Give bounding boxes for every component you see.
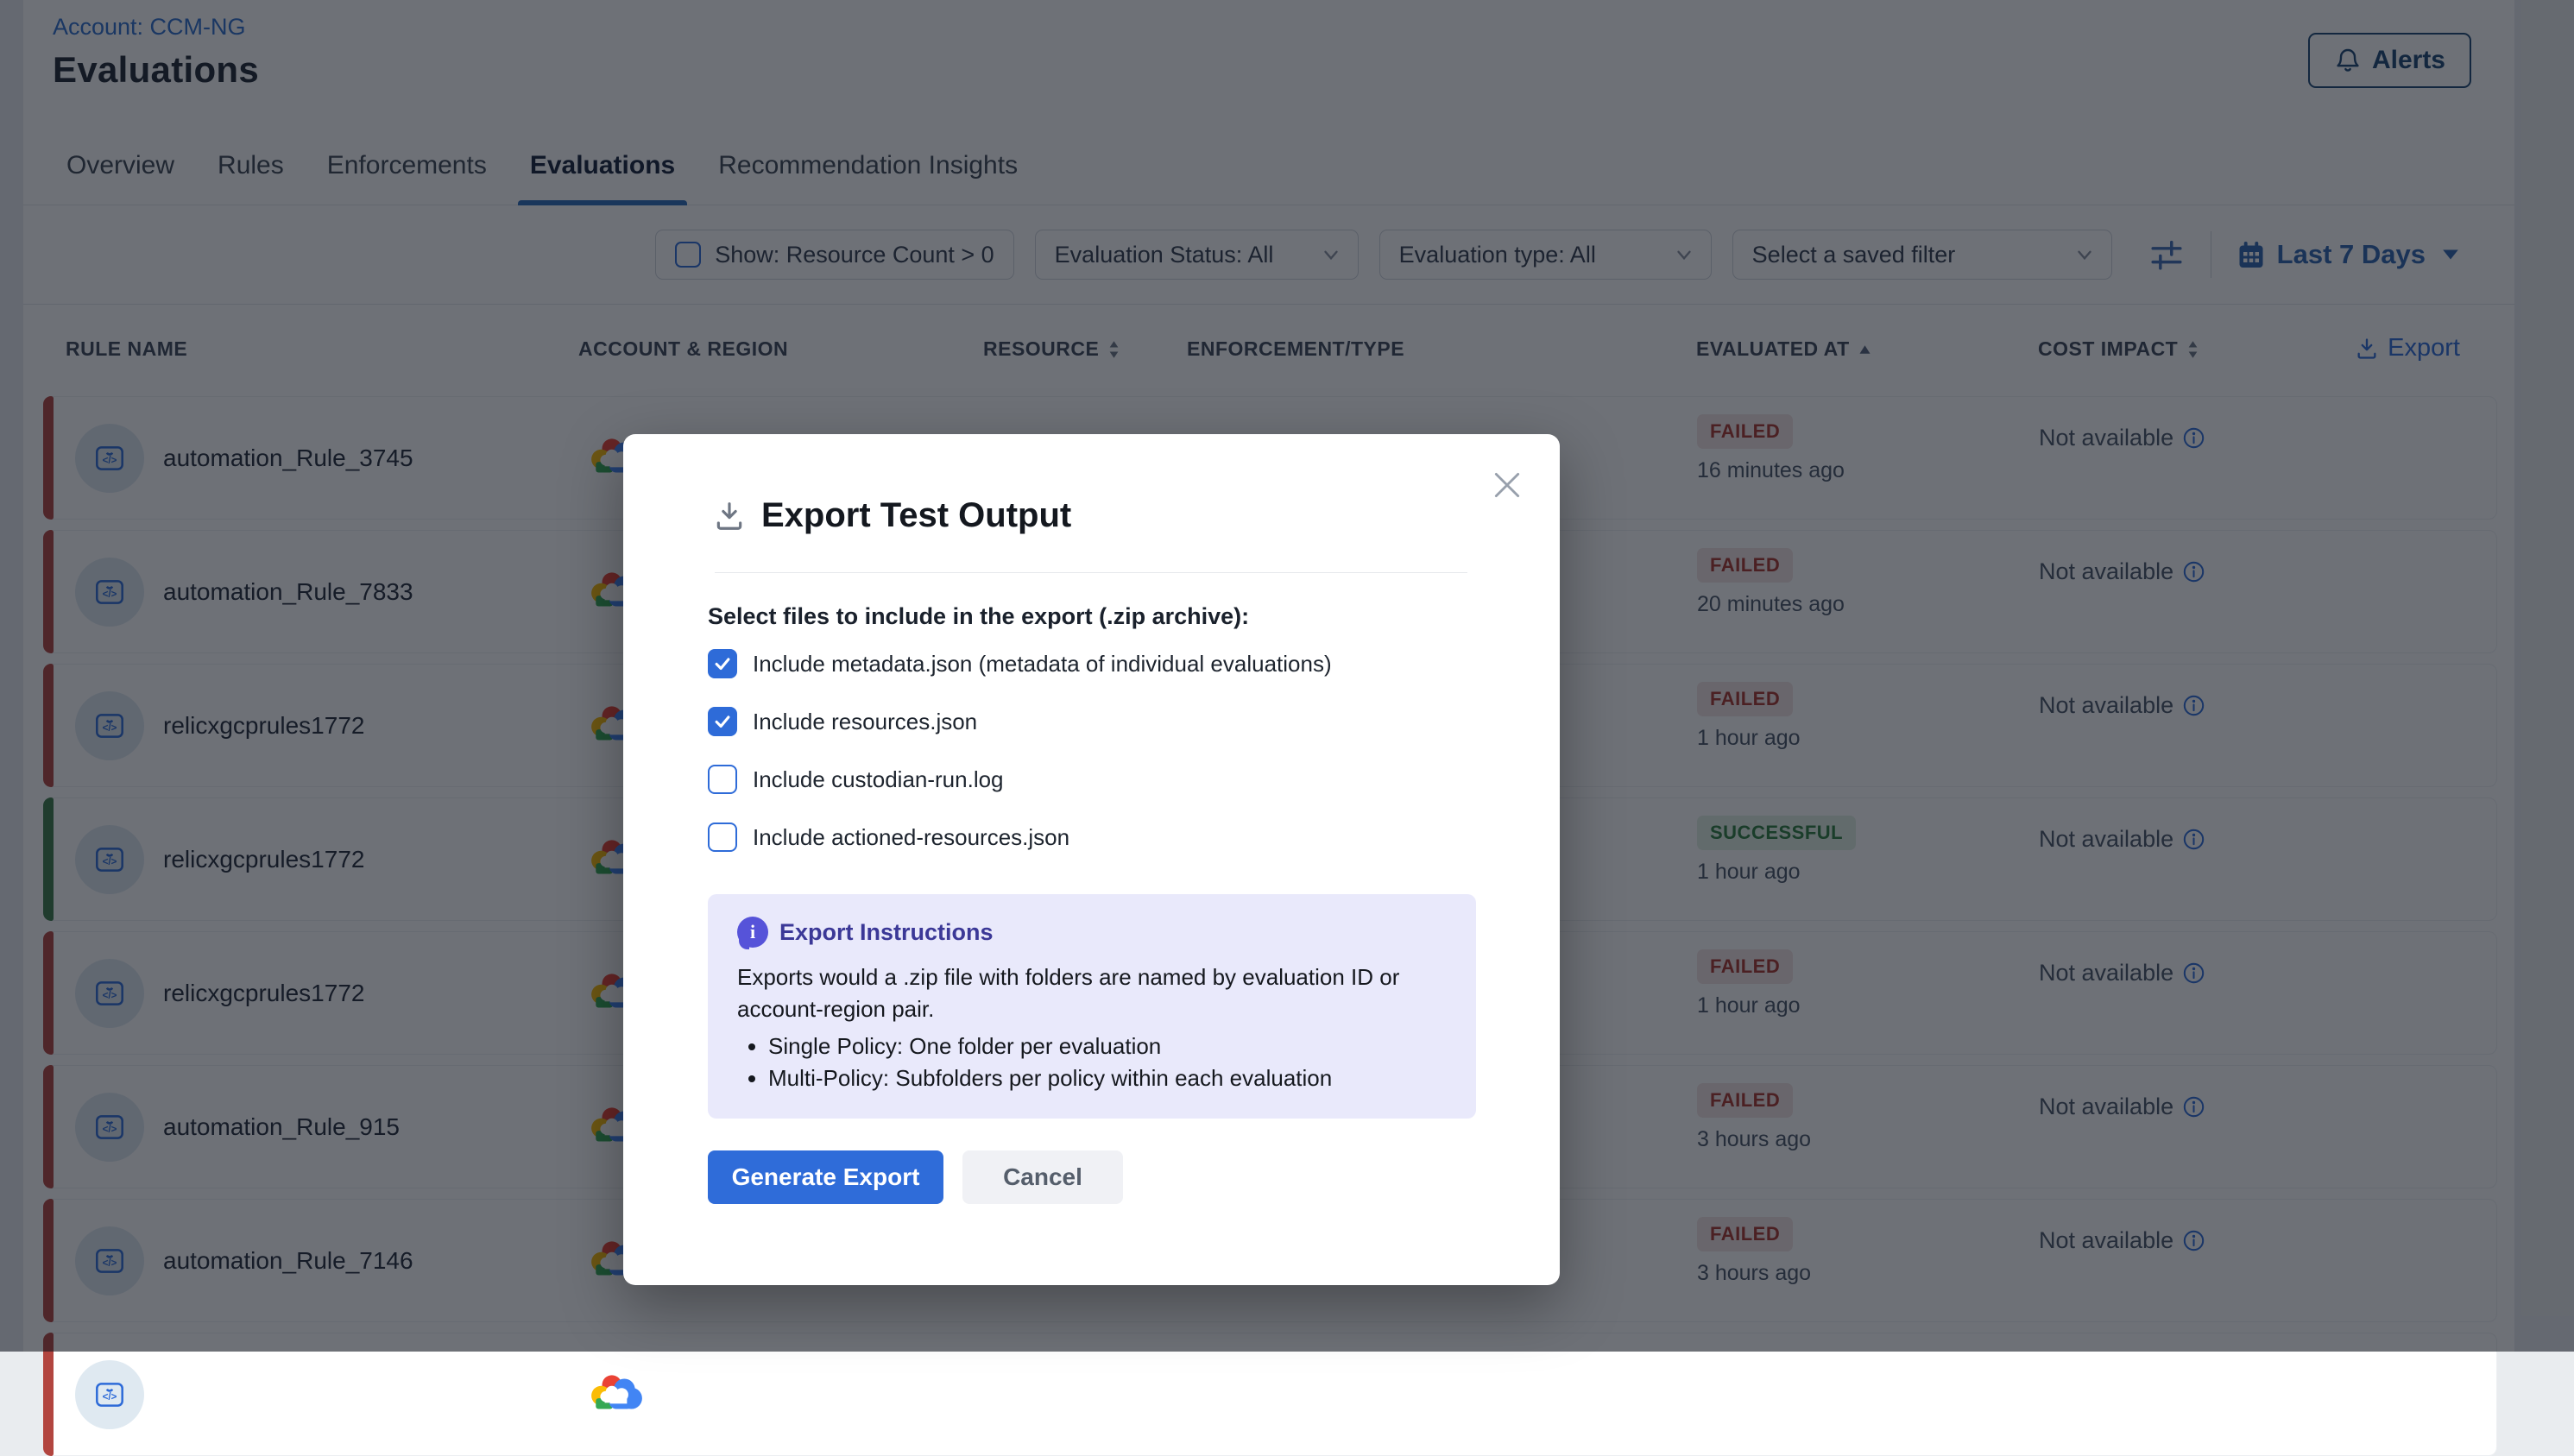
export-file-option[interactable]: Include resources.json: [708, 707, 1332, 736]
checkbox-checked[interactable]: [708, 649, 737, 678]
export-file-option-label: Include actioned-resources.json: [753, 824, 1069, 851]
close-icon[interactable]: [1491, 469, 1524, 501]
instructions-body: Exports would a .zip file with folders a…: [737, 961, 1428, 1025]
modal-subtitle: Select files to include in the export (.…: [708, 603, 1249, 630]
export-file-option-label: Include metadata.json (metadata of indiv…: [753, 651, 1332, 678]
download-icon: [713, 500, 746, 533]
instruction-bullet: Single Policy: One folder per evaluation: [768, 1031, 1447, 1062]
svg-text:</>: </>: [103, 1392, 117, 1402]
policy-icon: </>: [75, 1360, 144, 1429]
generate-export-button[interactable]: Generate Export: [708, 1150, 943, 1204]
checkbox-checked[interactable]: [708, 707, 737, 736]
export-file-option[interactable]: Include metadata.json (metadata of indiv…: [708, 649, 1332, 678]
checkbox-unchecked[interactable]: [708, 765, 737, 794]
instructions-bullets: Single Policy: One folder per evaluation…: [749, 1031, 1447, 1094]
cancel-button[interactable]: Cancel: [962, 1150, 1123, 1204]
checkbox-unchecked[interactable]: [708, 823, 737, 852]
export-file-option-label: Include resources.json: [753, 709, 977, 735]
export-file-option-label: Include custodian-run.log: [753, 766, 1004, 793]
info-bubble-icon: i: [737, 917, 768, 948]
modal-divider: [715, 572, 1467, 573]
check-icon: [713, 712, 732, 731]
modal-title-row: Export Test Output: [713, 496, 1071, 535]
check-icon: [713, 654, 732, 673]
gcp-cloud-icon: [588, 1371, 645, 1416]
export-file-options: Include metadata.json (metadata of indiv…: [708, 649, 1332, 880]
modal-title: Export Test Output: [761, 496, 1071, 535]
export-file-option[interactable]: Include actioned-resources.json: [708, 823, 1332, 852]
export-file-option[interactable]: Include custodian-run.log: [708, 765, 1332, 794]
instructions-title: Export Instructions: [779, 919, 994, 946]
export-modal: Export Test Output Select files to inclu…: [623, 434, 1560, 1285]
instruction-bullet: Multi-Policy: Subfolders per policy with…: [768, 1062, 1447, 1094]
modal-actions: Generate Export Cancel: [708, 1150, 1123, 1204]
export-instructions-box: i Export Instructions Exports would a .z…: [708, 894, 1476, 1119]
